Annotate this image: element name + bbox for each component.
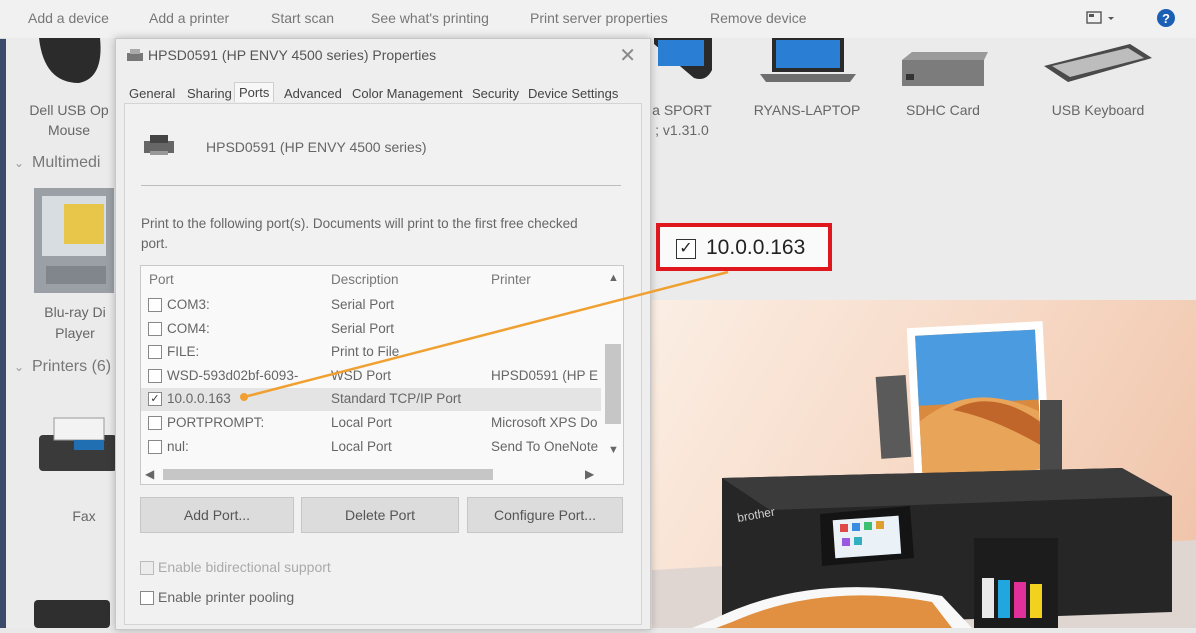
checkmark-icon: ✓ [676, 239, 696, 259]
port-callout: ✓ 10.0.0.163 [656, 223, 832, 271]
connector-line [240, 270, 729, 401]
callout-port-text: 10.0.0.163 [706, 236, 806, 259]
